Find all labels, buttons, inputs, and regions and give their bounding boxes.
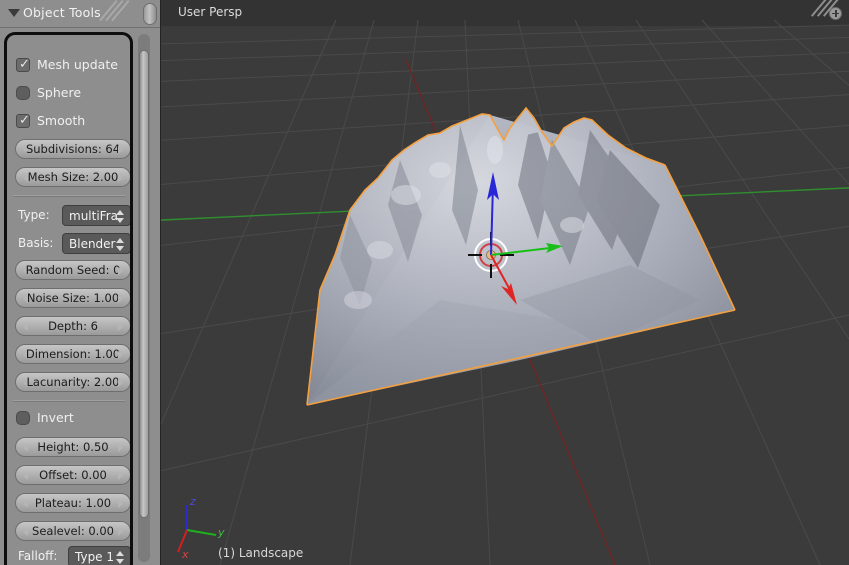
slider-random-seed[interactable]: Random Seed: 0	[15, 260, 130, 280]
checkbox-label: Invert	[37, 410, 74, 425]
slider-sealevel[interactable]: Sealevel: 0.00	[15, 521, 130, 541]
slider-label: Subdivisions: 64	[25, 142, 121, 156]
chevron-updown-icon[interactable]	[116, 237, 125, 252]
slider-lacunarity[interactable]: Lacunarity: 2.00	[15, 372, 130, 392]
panel-title: Object Tools	[23, 5, 101, 20]
slider-depth[interactable]: Depth: 6	[15, 316, 130, 336]
gizmo-x-label: x	[182, 548, 189, 561]
slider-mesh-size[interactable]: Mesh Size: 2.00	[15, 167, 130, 187]
checkbox-label: Sphere	[37, 85, 82, 100]
slider-label: Mesh Size: 2.00	[27, 170, 119, 184]
chevron-right-icon[interactable]	[118, 444, 123, 452]
slider-label: Noise Size: 1.00	[26, 291, 120, 305]
checkbox-label: Smooth	[37, 113, 86, 128]
3d-viewport[interactable]: User Persp z y x (1) Landscape	[160, 0, 849, 565]
checkbox-label: Mesh update	[37, 57, 118, 72]
panel-scrollbar[interactable]	[138, 34, 150, 562]
slider-label: Offset: 0.00	[39, 468, 107, 482]
chevron-updown-icon[interactable]	[116, 209, 125, 224]
dropdown-label: Falloff:	[18, 549, 58, 563]
chevron-right-icon[interactable]	[118, 351, 123, 359]
slider-label: Height: 0.50	[37, 440, 109, 454]
dropdown-value: multiFra	[69, 209, 118, 223]
dropdown-label: Basis:	[18, 236, 54, 250]
object-tools-panel: Object Tools ✓ Mesh update Sphere ✓ Smoo…	[0, 0, 160, 565]
divider	[13, 400, 125, 402]
check-icon: ✓	[19, 113, 30, 128]
blender-window: Object Tools ✓ Mesh update Sphere ✓ Smoo…	[0, 0, 849, 565]
gizmo-y-label: y	[218, 526, 225, 539]
slider-plateau[interactable]: Plateau: 1.00	[15, 493, 130, 513]
chevron-right-icon[interactable]	[118, 379, 123, 387]
panel-content-card: ✓ Mesh update Sphere ✓ Smooth Subdivisio…	[4, 32, 133, 565]
chevron-right-icon[interactable]	[118, 267, 123, 275]
active-object-label: (1) Landscape	[218, 546, 304, 560]
chevron-right-icon[interactable]	[118, 500, 123, 508]
slider-label: Depth: 6	[48, 319, 98, 333]
chevron-right-icon[interactable]	[118, 146, 123, 154]
panel-grip-icon	[99, 0, 138, 24]
dropdown-falloff[interactable]: Type 1	[68, 546, 130, 565]
panel-header[interactable]: Object Tools	[0, 0, 160, 28]
slider-offset[interactable]: Offset: 0.00	[15, 465, 130, 485]
slider-height[interactable]: Height: 0.50	[15, 437, 130, 457]
chevron-updown-icon[interactable]	[116, 550, 125, 565]
slider-label: Sealevel: 0.00	[32, 524, 114, 538]
chevron-right-icon[interactable]	[118, 295, 123, 303]
dropdown-type[interactable]: multiFra	[62, 205, 130, 226]
chevron-right-icon[interactable]	[118, 472, 123, 480]
panel-inner: ✓ Mesh update Sphere ✓ Smooth Subdivisio…	[7, 35, 130, 565]
dropdown-basis[interactable]: Blender	[62, 233, 130, 254]
dropdown-label: Type:	[18, 208, 50, 222]
slider-dimension[interactable]: Dimension: 1.00	[15, 344, 130, 364]
dropdown-value: Type 1	[75, 550, 115, 564]
checkbox-box[interactable]	[16, 411, 30, 425]
slider-label: Dimension: 1.00	[25, 347, 121, 361]
viewport-corner-grip-icon[interactable]	[811, 0, 849, 20]
chevron-right-icon[interactable]	[118, 174, 123, 182]
chevron-right-icon[interactable]	[118, 323, 123, 331]
divider	[13, 195, 125, 197]
check-icon: ✓	[19, 57, 30, 72]
viewport-canvas	[160, 0, 849, 565]
checkbox-box[interactable]: ✓	[16, 57, 30, 72]
viewport-header-label: User Persp	[178, 5, 243, 19]
slider-label: Plateau: 1.00	[34, 496, 112, 510]
slider-label: Random Seed: 0	[25, 263, 121, 277]
slider-subdivisions[interactable]: Subdivisions: 64	[15, 139, 130, 159]
panel-scrollbar-thumb[interactable]	[139, 50, 149, 518]
panel-header-knob[interactable]	[143, 3, 157, 25]
triangle-down-icon[interactable]	[8, 9, 20, 17]
dropdown-value: Blender	[69, 237, 116, 251]
slider-noise-size[interactable]: Noise Size: 1.00	[15, 288, 130, 308]
slider-label: Lacunarity: 2.00	[26, 375, 120, 389]
checkbox-box[interactable]: ✓	[16, 113, 30, 128]
checkbox-box[interactable]	[16, 86, 30, 100]
gizmo-z-label: z	[190, 495, 196, 508]
chevron-right-icon[interactable]	[118, 528, 123, 536]
